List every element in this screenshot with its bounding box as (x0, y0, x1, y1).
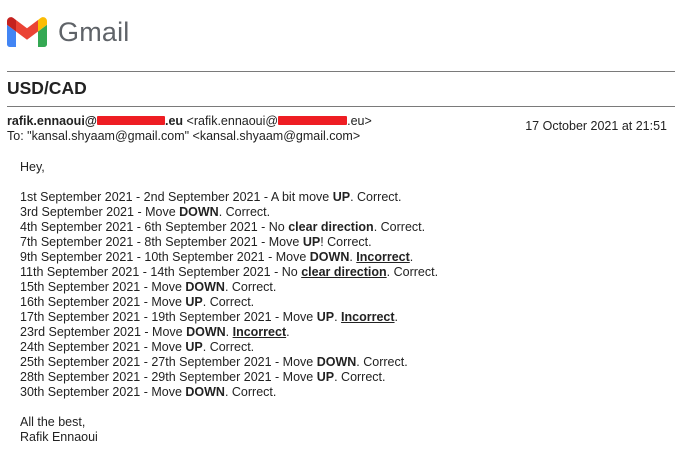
email-date: 17 October 2021 at 21:51 (525, 119, 667, 133)
forecast-text: 11th September 2021 - 14th September 202… (20, 265, 302, 279)
forecast-direction: clear direction (301, 265, 387, 279)
forecast-text: . Correct. (224, 280, 277, 294)
forecast-line: 9th September 2021 - 10th September 2021… (20, 250, 438, 265)
forecast-text: 25th September 2021 - 27th September 202… (20, 355, 317, 369)
forecast-line: 17th September 2021 - 19th September 202… (20, 310, 438, 325)
redaction-mark (96, 116, 165, 125)
forecast-text: 16th September 2021 - Move (20, 295, 186, 309)
forecast-direction: UP (316, 370, 335, 384)
subject-divider (7, 106, 675, 107)
sender-name-prefix: rafik.ennaoui@ (7, 114, 97, 128)
header-divider (7, 71, 675, 72)
forecast-direction: DOWN (309, 250, 350, 264)
forecast-text: 24th September 2021 - Move (20, 340, 186, 354)
forecast-text: . Correct. (386, 265, 439, 279)
forecast-direction: UP (332, 190, 351, 204)
sender-name-suffix: .eu (164, 114, 184, 128)
forecast-text: . Correct. (218, 205, 271, 219)
forecast-direction: UP (302, 235, 321, 249)
forecast-verdict: Incorrect (356, 250, 410, 264)
email-subject: USD/CAD (7, 78, 87, 98)
forecast-direction: DOWN (186, 325, 226, 339)
forecast-direction: UP (185, 295, 203, 309)
forecast-verdict: Incorrect (232, 325, 287, 339)
brand-name: Gmail (58, 16, 130, 47)
forecast-text: 15th September 2021 - Move (20, 280, 186, 294)
forecast-direction: clear direction (288, 220, 374, 234)
gmail-header: Gmail (7, 12, 130, 52)
forecast-text: 30th September 2021 - Move (20, 385, 186, 399)
forecast-text: . Correct. (350, 190, 402, 204)
greeting: Hey, (20, 160, 45, 174)
forecast-direction: UP (185, 340, 203, 354)
forecast-line: 1st September 2021 - 2nd September 2021 … (20, 190, 438, 205)
forecast-line: 30th September 2021 - Move DOWN. Correct… (20, 385, 438, 400)
forecast-text: ! Correct. (320, 235, 372, 249)
forecast-text: . (409, 250, 414, 264)
forecast-verdict: Incorrect (341, 310, 395, 324)
forecast-text: . (225, 325, 233, 339)
forecast-text: 3rd September 2021 - Move (20, 205, 180, 219)
forecast-line: 25th September 2021 - 27th September 202… (20, 355, 438, 370)
forecast-line: 28th September 2021 - 29th September 202… (20, 370, 438, 385)
sender-address-prefix: <rafik.ennaoui@ (186, 114, 279, 128)
forecast-direction: DOWN (316, 355, 357, 369)
recipient-line: To: "kansal.shyaam@gmail.com" <kansal.sh… (7, 129, 361, 143)
forecast-text: . (286, 325, 290, 339)
forecast-text: 17th September 2021 - 19th September 202… (20, 310, 317, 324)
forecast-direction: UP (316, 310, 335, 324)
forecast-list: 1st September 2021 - 2nd September 2021 … (20, 190, 438, 400)
forecast-line: 15th September 2021 - Move DOWN. Correct… (20, 280, 438, 295)
forecast-text: 4th September 2021 - 6th September 2021 … (20, 220, 289, 234)
forecast-text: . Correct. (202, 295, 255, 309)
forecast-line: 11th September 2021 - 14th September 202… (20, 265, 438, 280)
forecast-direction: DOWN (185, 385, 225, 399)
forecast-text: . Correct. (334, 370, 386, 384)
redaction-mark (278, 116, 348, 125)
forecast-text: 1st September 2021 - 2nd September 2021 … (20, 190, 333, 204)
forecast-text: . Correct. (224, 385, 277, 399)
forecast-text: . (394, 310, 399, 324)
sender-line: rafik.ennaoui@ .eu <rafik.ennaoui@ .eu> (7, 114, 372, 128)
signoff: All the best, (20, 415, 86, 429)
forecast-line: 7th September 2021 - 8th September 2021 … (20, 235, 438, 250)
email-body: Hey, 1st September 2021 - 2nd September … (20, 160, 438, 445)
forecast-text: . Correct. (202, 340, 255, 354)
forecast-text: 9th September 2021 - 10th September 2021… (20, 250, 310, 264)
forecast-line: 3rd September 2021 - Move DOWN. Correct. (20, 205, 438, 220)
sender-address-suffix: .eu> (347, 114, 372, 128)
forecast-direction: DOWN (179, 205, 219, 219)
forecast-text: . (334, 310, 342, 324)
forecast-text: . Correct. (373, 220, 426, 234)
forecast-line: 24th September 2021 - Move UP. Correct. (20, 340, 438, 355)
forecast-line: 23rd September 2021 - Move DOWN. Incorre… (20, 325, 438, 340)
forecast-text: 7th September 2021 - 8th September 2021 … (20, 235, 303, 249)
forecast-text: . Correct. (356, 355, 408, 369)
gmail-logo-icon (7, 17, 47, 47)
forecast-text: 23rd September 2021 - Move (20, 325, 187, 339)
forecast-line: 16th September 2021 - Move UP. Correct. (20, 295, 438, 310)
forecast-line: 4th September 2021 - 6th September 2021 … (20, 220, 438, 235)
forecast-text: 28th September 2021 - 29th September 202… (20, 370, 317, 384)
signature: Rafik Ennaoui (20, 430, 98, 444)
forecast-direction: DOWN (185, 280, 225, 294)
